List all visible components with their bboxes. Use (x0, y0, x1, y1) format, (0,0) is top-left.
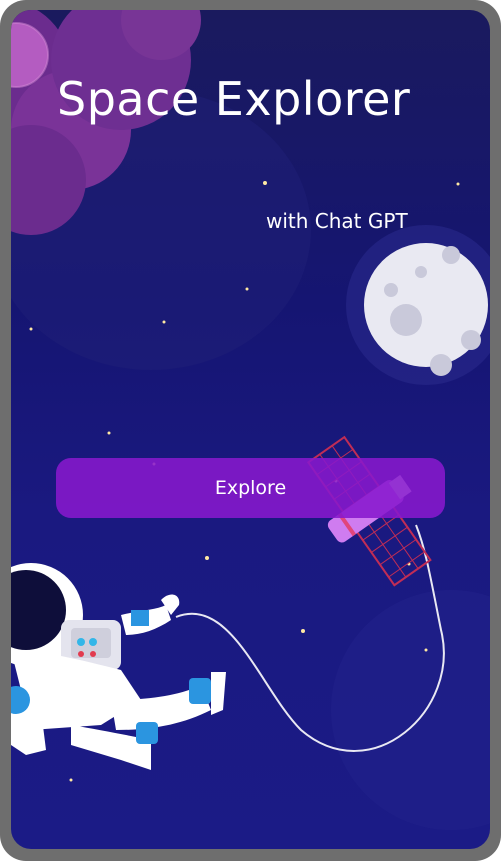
device-frame: Space Explorer with Chat GPT Explore (0, 0, 501, 861)
astronaut-icon (11, 563, 226, 770)
app-title: Space Explorer (57, 72, 411, 126)
app-subtitle: with Chat GPT (266, 209, 408, 233)
space-background (11, 10, 490, 830)
explore-button[interactable]: Explore (56, 458, 445, 518)
app-screen: Space Explorer with Chat GPT Explore (11, 10, 490, 849)
moon-icon (346, 225, 490, 385)
